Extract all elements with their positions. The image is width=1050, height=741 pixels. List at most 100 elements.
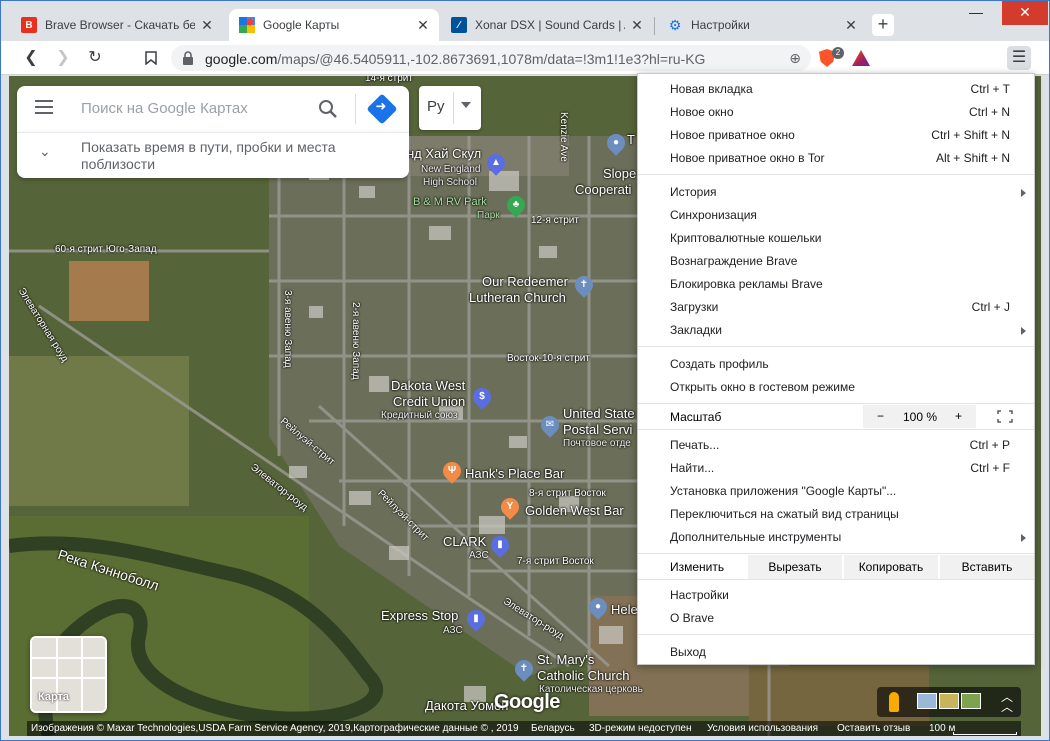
zoom-out-button[interactable]: −: [877, 409, 884, 423]
gas-station-label[interactable]: CLARK: [443, 534, 486, 549]
menu-item-create-profile[interactable]: Создать профиль: [638, 353, 1034, 376]
close-tab-icon[interactable]: ✕: [415, 17, 431, 34]
tab-xonar[interactable]: ⁄ Xonar DSX | Sound Cards | AS ✕: [441, 9, 653, 41]
thumbnail-imagery[interactable]: [939, 693, 959, 709]
zoom-plus-icon[interactable]: ⊕: [789, 50, 801, 67]
menu-item-brave-rewards[interactable]: Вознаграждение Brave: [638, 250, 1034, 273]
place-pin-icon[interactable]: ●: [603, 130, 629, 156]
map-layer-toggle[interactable]: Карта: [30, 636, 107, 713]
school-pin-icon[interactable]: ▲: [483, 150, 509, 176]
thumbnail-imagery[interactable]: [961, 693, 981, 709]
menu-item-history[interactable]: История: [638, 181, 1034, 204]
back-button[interactable]: ❮: [19, 46, 43, 70]
brave-red-icon: B: [21, 17, 37, 33]
gas-station-label[interactable]: Express Stop: [381, 608, 458, 623]
menu-item-exit[interactable]: Выход: [638, 641, 1034, 664]
fullscreen-icon[interactable]: [997, 410, 1013, 423]
address-bar[interactable]: google.com/maps/@46.5405911,-102.8673691…: [171, 45, 811, 71]
zoom-in-button[interactable]: +: [955, 409, 962, 423]
menu-item-downloads[interactable]: Загрузки Ctrl + J: [638, 296, 1034, 319]
close-tab-icon[interactable]: ✕: [199, 17, 215, 34]
reload-button[interactable]: ↻: [83, 46, 107, 70]
menu-item-crypto-wallets[interactable]: Криптовалютные кошельки: [638, 227, 1034, 250]
paste-button[interactable]: Вставить: [940, 555, 1034, 579]
church-label[interactable]: Lutheran Church: [469, 290, 566, 305]
bookmark-icon[interactable]: [139, 46, 163, 70]
thumbnail-imagery[interactable]: [917, 693, 937, 709]
menu-item-compact-view[interactable]: Переключиться на сжатый вид страницы: [638, 503, 1034, 526]
close-window-button[interactable]: ✕: [1002, 1, 1048, 25]
bar-label[interactable]: Hank's Place Bar: [465, 466, 564, 481]
scale-label: 100 м: [929, 723, 956, 734]
tab-title: Brave Browser - Скачать бесп: [45, 18, 195, 32]
church-pin-icon[interactable]: ✝: [571, 272, 597, 298]
tree-pin-icon[interactable]: ♣: [503, 192, 529, 218]
school-label[interactable]: нд Хай Скул: [407, 146, 481, 161]
place-pin-icon[interactable]: ●: [585, 594, 611, 620]
bar-pin-icon[interactable]: Y: [497, 494, 523, 520]
language-selector[interactable]: Ру: [419, 86, 481, 130]
menu-item-private-window[interactable]: Новое приватное окно Ctrl + Shift + N: [638, 124, 1034, 147]
menu-separator: [638, 634, 1034, 635]
church-label[interactable]: St. Mary's: [537, 652, 594, 667]
travel-time-hint[interactable]: ⌄ Показать время в пути, пробки и места …: [17, 132, 409, 178]
menu-item-new-tab[interactable]: Новая вкладка Ctrl + T: [638, 78, 1034, 101]
search-icon[interactable]: [317, 98, 339, 120]
church-label[interactable]: Our Redeemer: [482, 274, 568, 289]
street-label: 14-я стрит: [365, 76, 413, 84]
place-label[interactable]: Cooperati: [575, 182, 631, 197]
directions-icon[interactable]: ➜: [366, 93, 398, 125]
forward-button[interactable]: ❯: [51, 46, 75, 70]
menu-item-print[interactable]: Печать... Ctrl + P: [638, 434, 1034, 457]
restaurant-pin-icon[interactable]: Ψ: [439, 458, 465, 484]
maps-search-box[interactable]: Поиск на Google Картах ➜: [17, 86, 409, 132]
post-office-label[interactable]: United State: [563, 406, 635, 421]
church-label[interactable]: Catholic Church: [537, 668, 630, 683]
bank-label[interactable]: Dakota West: [391, 378, 465, 393]
cut-button[interactable]: Вырезать: [748, 555, 842, 579]
menu-item-more-tools[interactable]: Дополнительные инструменты: [638, 526, 1034, 549]
bank-label[interactable]: Credit Union: [393, 394, 465, 409]
search-input[interactable]: Поиск на Google Картах: [81, 100, 248, 117]
menu-item-new-window[interactable]: Новое окно Ctrl + N: [638, 101, 1034, 124]
bank-pin-icon[interactable]: $: [469, 384, 495, 410]
close-tab-icon[interactable]: ✕: [629, 17, 645, 34]
expand-icon[interactable]: ︿ ︿: [1001, 691, 1013, 713]
mail-pin-icon[interactable]: ✉: [537, 412, 563, 438]
minimize-button[interactable]: —: [959, 1, 993, 25]
brave-rewards-icon[interactable]: [852, 50, 870, 66]
menu-item-brave-adblock[interactable]: Блокировка рекламы Brave: [638, 273, 1034, 296]
tab-google-maps[interactable]: Google Карты ✕: [229, 9, 439, 41]
menu-item-tor-window[interactable]: Новое приватное окно в Tor Alt + Shift + …: [638, 147, 1034, 170]
tab-brave-download[interactable]: B Brave Browser - Скачать бесп ✕: [11, 9, 223, 41]
fuel-pin-icon[interactable]: ▮: [487, 532, 513, 558]
place-label[interactable]: T: [627, 132, 635, 147]
new-tab-button[interactable]: +: [872, 14, 894, 36]
terms-link[interactable]: Условия использования: [707, 721, 818, 736]
bar-label[interactable]: Golden West Bar: [525, 503, 624, 518]
menu-item-find[interactable]: Найти... Ctrl + F: [638, 457, 1034, 480]
pegman-icon[interactable]: [889, 692, 899, 712]
menu-item-bookmarks[interactable]: Закладки: [638, 319, 1034, 342]
church-pin-icon[interactable]: ✝: [511, 656, 537, 682]
menu-item-guest-window[interactable]: Открыть окно в гостевом режиме: [638, 376, 1034, 399]
fuel-pin-icon[interactable]: ▮: [463, 606, 489, 632]
tab-settings[interactable]: ⚙ Настройки ✕: [657, 9, 867, 41]
copy-button[interactable]: Копировать: [844, 555, 938, 579]
feedback-link[interactable]: Оставить отзыв: [837, 721, 910, 736]
gas-station-sublabel: АЗС: [443, 625, 463, 636]
hamburger-menu-icon[interactable]: [35, 100, 53, 114]
menu-item-about[interactable]: О Brave: [638, 607, 1034, 630]
main-menu-button[interactable]: ☰: [1007, 46, 1031, 70]
post-office-label[interactable]: Postal Servi: [563, 422, 632, 437]
place-label[interactable]: Hele: [611, 602, 638, 617]
zoom-value: 100 %: [903, 410, 938, 424]
close-tab-icon[interactable]: ✕: [843, 17, 859, 34]
zoom-label: Масштаб: [670, 410, 722, 424]
park-label[interactable]: B & M RV Park: [413, 196, 487, 208]
menu-item-sync[interactable]: Синхронизация: [638, 204, 1034, 227]
menu-item-install-app[interactable]: Установка приложения "Google Карты"...: [638, 480, 1034, 503]
country-link[interactable]: Беларусь: [531, 721, 575, 736]
menu-item-settings[interactable]: Настройки: [638, 584, 1034, 607]
chevron-down-icon[interactable]: ⌄: [39, 143, 51, 160]
